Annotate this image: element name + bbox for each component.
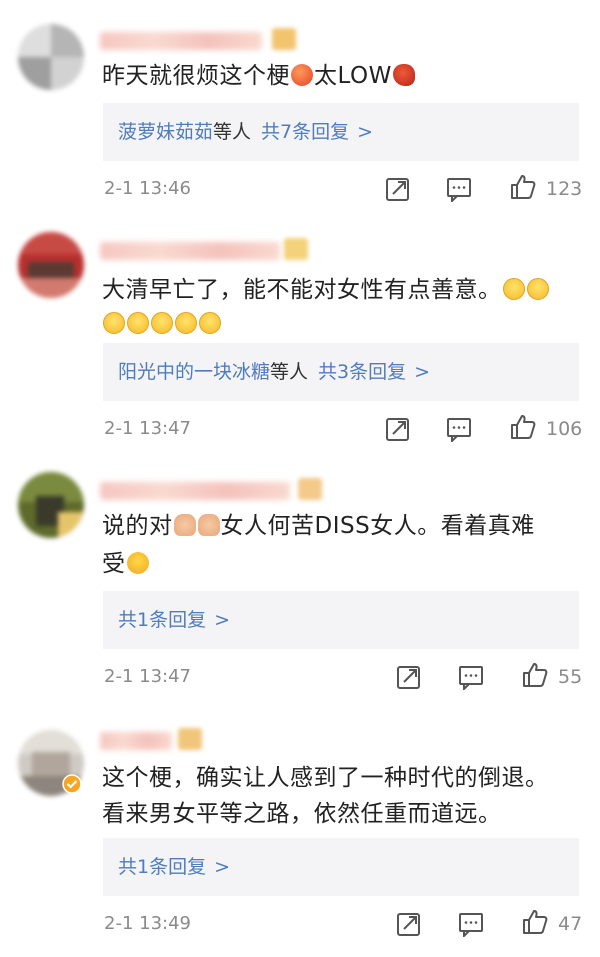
thumbs-up-icon[interactable] [522, 909, 548, 935]
comment-icon[interactable] [446, 416, 472, 442]
reply-suffix: 等人 [270, 361, 309, 383]
thumbs-up-icon[interactable] [510, 414, 536, 440]
user-badge [272, 28, 296, 50]
comment-text: 说的对 女人何苦DISS女人。看着真难 [102, 513, 535, 539]
chevron-right-icon: > [214, 856, 231, 878]
like-count: 106 [546, 418, 583, 440]
repost-icon[interactable] [396, 911, 422, 937]
reply-suffix: 等人 [213, 121, 252, 143]
crying-face-icon [526, 278, 549, 300]
reply-count: 共7条回复 [261, 121, 350, 143]
crying-face-icon [199, 312, 221, 334]
thumbs-up-emoji-icon [197, 514, 220, 536]
reply-count: 共3条回复 [318, 361, 407, 383]
comment-text-line2: 看来男女平等之路，依然任重而道远。 [102, 801, 502, 827]
like-count: 123 [546, 178, 583, 200]
comment-text-line2: 受 [102, 546, 150, 582]
comment-time: 2-1 13:47 [104, 418, 191, 439]
comment-icon[interactable] [446, 176, 472, 202]
crying-face-icon [103, 312, 125, 334]
comment-time: 2-1 13:47 [104, 666, 191, 687]
crying-face-icon [175, 312, 197, 334]
like-count: 47 [558, 913, 583, 935]
crying-face-icon [502, 278, 525, 300]
angry-bird-icon [392, 64, 415, 86]
comment-item: 这个梗，确实让人感到了一种时代的倒退。 看来男女平等之路，依然任重而道远。 共1… [0, 710, 600, 957]
comment-emoji-row [102, 306, 222, 342]
username-blurred[interactable] [100, 482, 290, 500]
reply-names: 阳光中的一块冰糖 [118, 361, 271, 383]
thumbs-up-icon[interactable] [510, 174, 536, 200]
username-blurred[interactable] [100, 32, 262, 50]
comment-text: 昨天就很烦这个梗 太LOW [102, 58, 416, 94]
comment-time: 2-1 13:46 [104, 178, 191, 199]
username-blurred[interactable] [100, 242, 280, 260]
comment-item: 说的对 女人何苦DISS女人。看着真难 受 共1条回复 > 2-1 13:47 55 [0, 460, 600, 710]
repost-icon[interactable] [385, 176, 411, 202]
avatar[interactable] [18, 232, 84, 298]
chevron-right-icon: > [357, 121, 374, 143]
repost-icon[interactable] [396, 664, 422, 690]
repost-icon[interactable] [385, 416, 411, 442]
chevron-right-icon: > [414, 361, 431, 383]
crying-face-icon [127, 312, 149, 334]
avatar[interactable] [18, 24, 84, 90]
reply-count: 共1条回复 [118, 856, 207, 878]
user-badge [178, 728, 202, 750]
angry-face-icon [291, 64, 313, 86]
comment-text: 大清早亡了，能不能对女性有点善意。 [102, 272, 550, 308]
user-badge [284, 238, 308, 260]
verified-badge-icon [62, 774, 82, 794]
thumbs-up-emoji-icon [173, 514, 196, 536]
reply-summary[interactable]: 共1条回复 > [103, 838, 579, 896]
sick-face-icon [126, 552, 149, 574]
user-badge [298, 478, 322, 500]
comment-icon[interactable] [458, 664, 484, 690]
username-blurred[interactable] [100, 732, 172, 750]
comment-item: 昨天就很烦这个梗 太LOW 菠萝妹茹茹等人 共7条回复 > 2-1 13:46 123 [0, 0, 600, 220]
reply-count: 共1条回复 [118, 609, 207, 631]
thumbs-up-icon[interactable] [522, 662, 548, 688]
chevron-right-icon: > [214, 609, 231, 631]
avatar[interactable] [18, 472, 84, 538]
reply-summary[interactable]: 菠萝妹茹茹等人 共7条回复 > [103, 103, 579, 161]
reply-names: 菠萝妹茹茹 [118, 121, 214, 143]
comment-icon[interactable] [458, 911, 484, 937]
comment-text: 这个梗，确实让人感到了一种时代的倒退。 [102, 765, 549, 791]
reply-summary[interactable]: 阳光中的一块冰糖等人 共3条回复 > [103, 343, 579, 401]
comment-item: 大清早亡了，能不能对女性有点善意。 阳光中的一块冰糖等人 共3条回复 > 2-1 1… [0, 220, 600, 460]
reply-summary[interactable]: 共1条回复 > [103, 591, 579, 649]
comment-time: 2-1 13:49 [104, 913, 191, 934]
like-count: 55 [558, 666, 583, 688]
crying-face-icon [151, 312, 173, 334]
